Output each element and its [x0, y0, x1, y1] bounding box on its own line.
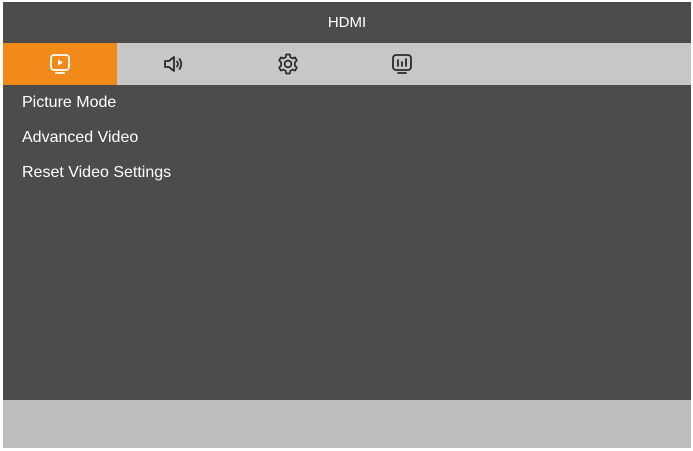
menu-item-reset-video-settings[interactable]: Reset Video Settings [3, 155, 691, 190]
tab-information[interactable] [345, 43, 459, 85]
input-source-title: HDMI [327, 14, 367, 31]
title-bar: HDMI [3, 2, 691, 43]
osd-menu: HDMI Picture Mode Advanced Video Reset V… [3, 2, 691, 448]
menu-item-label: Advanced Video [22, 128, 139, 146]
gear-icon [278, 53, 298, 75]
menu-item-advanced-video[interactable]: Advanced Video [3, 120, 691, 155]
menu-item-label: Reset Video Settings [22, 163, 172, 181]
tab-bar [3, 43, 691, 85]
tab-settings[interactable] [231, 43, 345, 85]
display-info-icon [392, 54, 412, 74]
menu-item-picture-mode[interactable]: Picture Mode [3, 85, 691, 120]
footer-bar [3, 400, 691, 448]
picture-icon [50, 54, 70, 74]
menu-item-label: Picture Mode [22, 93, 117, 111]
tab-audio[interactable] [117, 43, 231, 85]
tab-picture[interactable] [3, 43, 117, 85]
menu-list: Picture Mode Advanced Video Reset Video … [3, 85, 691, 190]
speaker-icon [164, 56, 183, 72]
